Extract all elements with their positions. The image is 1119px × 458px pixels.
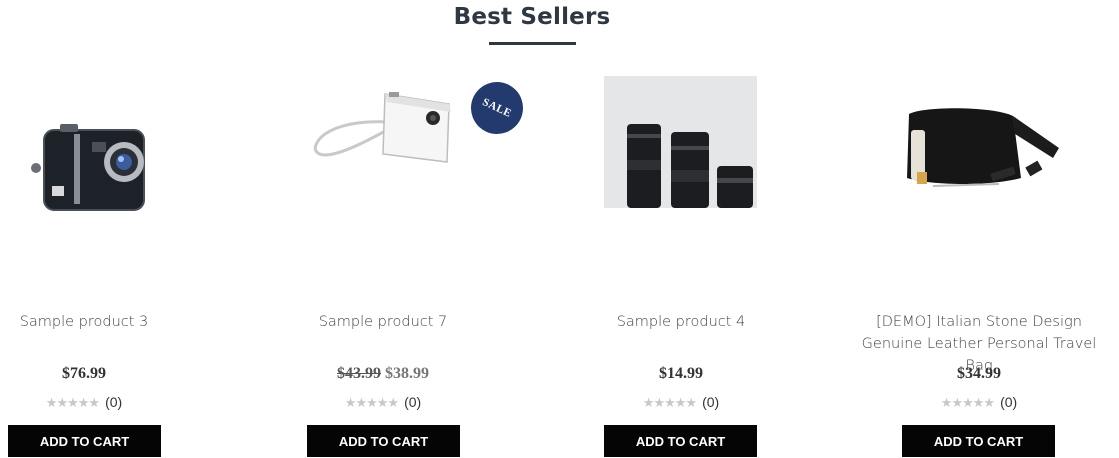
product-rating: ★★★★★ (0) [859, 394, 1099, 411]
old-price: $43.99 [337, 365, 381, 382]
product-rating: ★★★★★ (0) [263, 394, 503, 411]
product-card: Sample product 3 $76.99 ★★★★★ (0) ADD TO … [0, 60, 204, 458]
add-to-cart-button[interactable]: ADD TO CART [307, 425, 460, 457]
add-to-cart-button[interactable]: ADD TO CART [604, 425, 757, 457]
product-card: SALE Sample product 7 $43.99 $38.99 ★★★★★… [263, 60, 532, 458]
product-price: $76.99 [0, 365, 204, 383]
section-title: Best Sellers [453, 4, 611, 30]
compact-camera-icon [31, 124, 145, 211]
rating-count: (0) [702, 394, 720, 410]
product-name[interactable]: Sample product 4 [561, 311, 801, 333]
product-image[interactable] [561, 60, 801, 290]
rating-stars-icon: ★★★★★ [45, 395, 100, 410]
rating-stars-icon: ★★★★★ [642, 395, 697, 410]
price-value: $38.99 [385, 365, 429, 382]
product-rating: ★★★★★ (0) [561, 394, 801, 411]
price-value: $76.99 [62, 365, 106, 382]
add-to-cart-button[interactable]: ADD TO CART [902, 425, 1055, 457]
product-price: $43.99 $38.99 [263, 365, 503, 383]
product-name[interactable]: Sample product 7 [263, 311, 503, 333]
product-name[interactable]: Sample product 3 [0, 311, 204, 333]
price-value: $14.99 [659, 365, 703, 382]
product-image[interactable] [0, 60, 204, 290]
title-underline [489, 42, 576, 45]
rating-stars-icon: ★★★★★ [344, 395, 399, 410]
product-price: $34.99 [859, 365, 1099, 383]
rating-count: (0) [1000, 394, 1018, 410]
rating-count: (0) [105, 394, 123, 410]
camera-lenses-icon [604, 76, 757, 208]
product-rating: ★★★★★ (0) [0, 394, 204, 411]
travel-bag-icon [907, 108, 1059, 187]
product-image[interactable] [859, 60, 1099, 290]
product-price: $14.99 [561, 365, 801, 383]
rating-stars-icon: ★★★★★ [940, 395, 995, 410]
price-value: $34.99 [957, 365, 1001, 382]
product-card: [DEMO] Italian Stone Design Genuine Leat… [859, 60, 1099, 458]
add-to-cart-button[interactable]: ADD TO CART [8, 425, 161, 457]
white-camera-icon [313, 92, 451, 163]
product-image[interactable]: SALE [263, 60, 532, 290]
rating-count: (0) [404, 394, 422, 410]
product-card: Sample product 4 $14.99 ★★★★★ (0) ADD TO … [561, 60, 801, 458]
